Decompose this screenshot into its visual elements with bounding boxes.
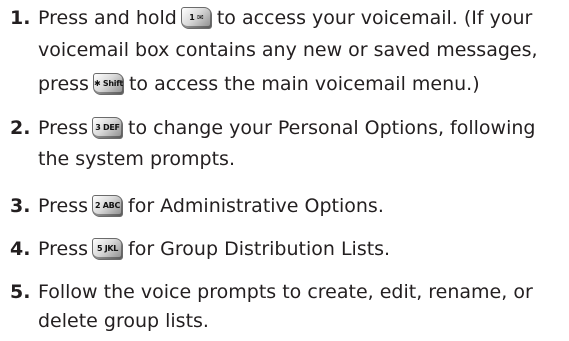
step-number: 2. [10, 117, 31, 139]
step-text: voicemail box contains any new or saved … [38, 39, 538, 61]
step-line: Press 3 DEF to change your Personal Option… [38, 112, 535, 145]
step-number: 5. [10, 281, 31, 303]
step-text: for Administrative Options. [128, 195, 384, 217]
step-line: Press 2 ABC for Administrative Options. [38, 190, 384, 223]
step-text: to access the main voicemail menu.) [128, 73, 480, 95]
step-number: 3. [10, 195, 31, 217]
key-1-voicemail-icon: 1 ✉ [180, 7, 212, 29]
step-line: delete group lists. [38, 305, 209, 338]
step-text: Press and hold [38, 7, 177, 29]
step-text: delete group lists. [38, 310, 209, 332]
step-text: to change your Personal Options, followi… [128, 117, 536, 139]
key-star-shift-icon: ✱ Shift [92, 73, 124, 95]
key-2-abc-icon: 2 ABC [92, 195, 124, 217]
step-text: press [38, 73, 89, 95]
step-line: Press and hold 1 ✉ to access your voicemai… [38, 2, 532, 35]
step-text: Follow the voice prompts to create, edit… [38, 281, 533, 303]
key-3-def-icon: 3 DEF [92, 117, 124, 139]
step-text: for Group Distribution Lists. [128, 238, 391, 260]
step-text: the system prompts. [38, 148, 235, 170]
step-line: press ✱ Shift to access the main voicemail… [38, 68, 480, 101]
step-text: Press [38, 117, 89, 139]
step-line: the system prompts. [38, 143, 235, 176]
step-line: voicemail box contains any new or saved … [38, 34, 538, 67]
step-number: 4. [10, 238, 31, 260]
step-text: to access your voicemail. (If your [216, 7, 533, 29]
step-text: Press [38, 238, 89, 260]
step-number: 1. [10, 7, 31, 29]
key-5-jkl-icon: 5 JKL [92, 238, 124, 260]
step-line: Press 5 JKL for Group Distribution Lists. [38, 233, 390, 266]
step-text: Press [38, 195, 89, 217]
